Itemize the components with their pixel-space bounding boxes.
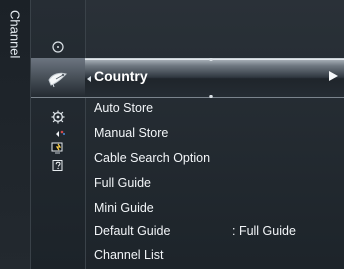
menu-item-mini-guide[interactable]: Mini Guide — [94, 201, 154, 215]
menu-item-manual-store[interactable]: Manual Store — [94, 126, 168, 140]
menu-item-country[interactable]: Country — [94, 68, 148, 84]
satellite-dish-icon[interactable] — [45, 70, 71, 88]
tv-menu: Channel Country Auto Store Manual Store … — [0, 0, 344, 269]
channel-icon[interactable] — [49, 139, 67, 157]
power-icon[interactable] — [49, 38, 67, 56]
menu-item-auto-store[interactable]: Auto Store — [94, 101, 153, 115]
selected-icon-box — [31, 58, 85, 96]
submenu-arrow-icon[interactable] — [329, 71, 338, 81]
help-icon[interactable] — [49, 157, 67, 175]
menu-item-full-guide[interactable]: Full Guide — [94, 176, 151, 190]
selected-left-arrow-icon — [87, 76, 91, 82]
channel-menu-label: Channel — [7, 10, 23, 59]
default-guide-value: : Full Guide — [232, 224, 296, 238]
menu-item-channel-list[interactable]: Channel List — [94, 248, 164, 262]
menu-item-default-guide[interactable]: Default Guide — [94, 224, 170, 238]
menu-separator-dot — [208, 95, 214, 98]
menu-separator-dot — [208, 58, 214, 61]
menu-icon-column — [31, 0, 86, 269]
menu-item-cable-search-option[interactable]: Cable Search Option — [94, 151, 210, 165]
menu-side-strip: Channel — [0, 0, 31, 269]
